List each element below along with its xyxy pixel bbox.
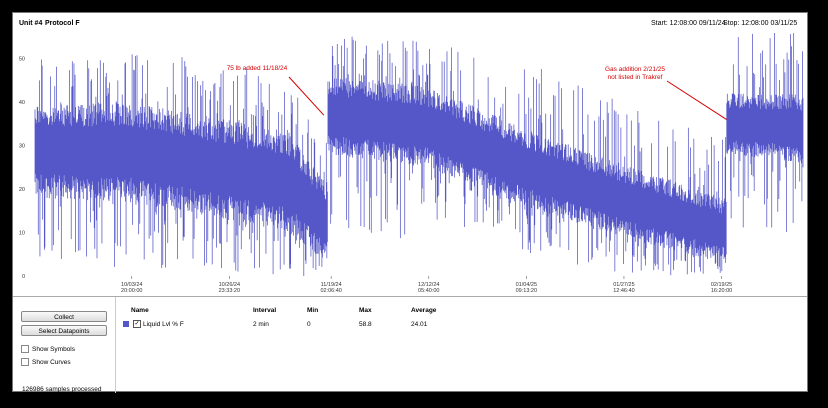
series-min: 0: [307, 321, 311, 328]
start-time: Start: 12:08:00 09/11/24: [651, 20, 726, 27]
x-tick-time: 23:33:20: [219, 288, 240, 294]
unit-label: Unit #4: [19, 20, 43, 27]
col-name-header: Name: [131, 307, 149, 314]
y-tick-label: 0: [22, 274, 25, 280]
show-curves-checkbox[interactable]: [21, 358, 29, 367]
series-liquid-level-trace: [34, 29, 804, 276]
annotation-refrigerant-added: 75 lb added 11/18/24: [227, 65, 288, 72]
x-tick-time: 20:00:00: [121, 288, 142, 294]
y-tick-label: 10: [19, 231, 25, 237]
series-visible-checkbox[interactable]: ✓: [133, 320, 141, 328]
y-tick-label: 20: [19, 187, 25, 193]
y-tick-label: 50: [19, 57, 25, 63]
protocol-label: Protocol F: [45, 20, 80, 27]
annotation-not-in-trakref: not listed in Trakref: [608, 74, 663, 81]
show-curves-label: Show Curves: [32, 359, 71, 366]
col-interval-header: Interval: [253, 307, 277, 314]
col-max-header: Max: [359, 307, 372, 314]
chart-svg: 0102030405010/03/2420:00:0010/26/2423:33…: [19, 29, 804, 294]
show-symbols-label: Show Symbols: [32, 346, 75, 353]
x-tick-time: 02:06:40: [320, 288, 341, 294]
series-average: 24.01: [411, 321, 428, 328]
annotation-arrow-refrigerant: [288, 76, 325, 116]
col-min-header: Min: [307, 307, 319, 314]
collect-button[interactable]: Collect: [21, 311, 107, 322]
series-color-swatch: [123, 321, 129, 327]
x-tick-time: 05:40:00: [418, 288, 439, 294]
plot-area: 0 10 20 30 40 50 10/03/24 20:00:00 10/26/24 23:33…: [13, 29, 807, 297]
select-datapoints-button[interactable]: Select Datapoints: [21, 325, 107, 336]
annotation-gas-addition: Gas addition 2/21/25: [605, 66, 665, 73]
series-max: 58.8: [359, 321, 372, 328]
x-tick-time: 12:46:40: [613, 288, 634, 294]
x-tick-time: 09:13:20: [516, 288, 537, 294]
show-symbols-option[interactable]: Show Symbols: [21, 345, 75, 354]
series-interval: 2 min: [253, 321, 269, 328]
trend-panel: Unit #4 Protocol F Start: 12:08:00 09/11…: [12, 12, 808, 393]
x-tick-time: 16:20:00: [711, 288, 732, 294]
samples-status: 126986 samples processed: [22, 386, 102, 393]
col-average-header: Average: [411, 307, 437, 314]
stop-time: Stop: 12:08:00 03/11/25: [723, 20, 798, 27]
series-name: Liquid Lvl % F: [143, 321, 184, 328]
control-panel: Collect Select Datapoints Show Symbols S…: [13, 297, 116, 393]
show-symbols-checkbox[interactable]: [21, 345, 29, 354]
y-tick-label: 40: [19, 100, 25, 106]
show-curves-option[interactable]: Show Curves: [21, 358, 71, 367]
series-table: Name Interval Min Max Average ✓ Liquid L…: [117, 297, 807, 393]
annotation-arrow-gas: [666, 80, 727, 120]
y-tick-label: 30: [19, 144, 25, 150]
chart-header: Unit #4 Protocol F Start: 12:08:00 09/11…: [13, 13, 807, 33]
